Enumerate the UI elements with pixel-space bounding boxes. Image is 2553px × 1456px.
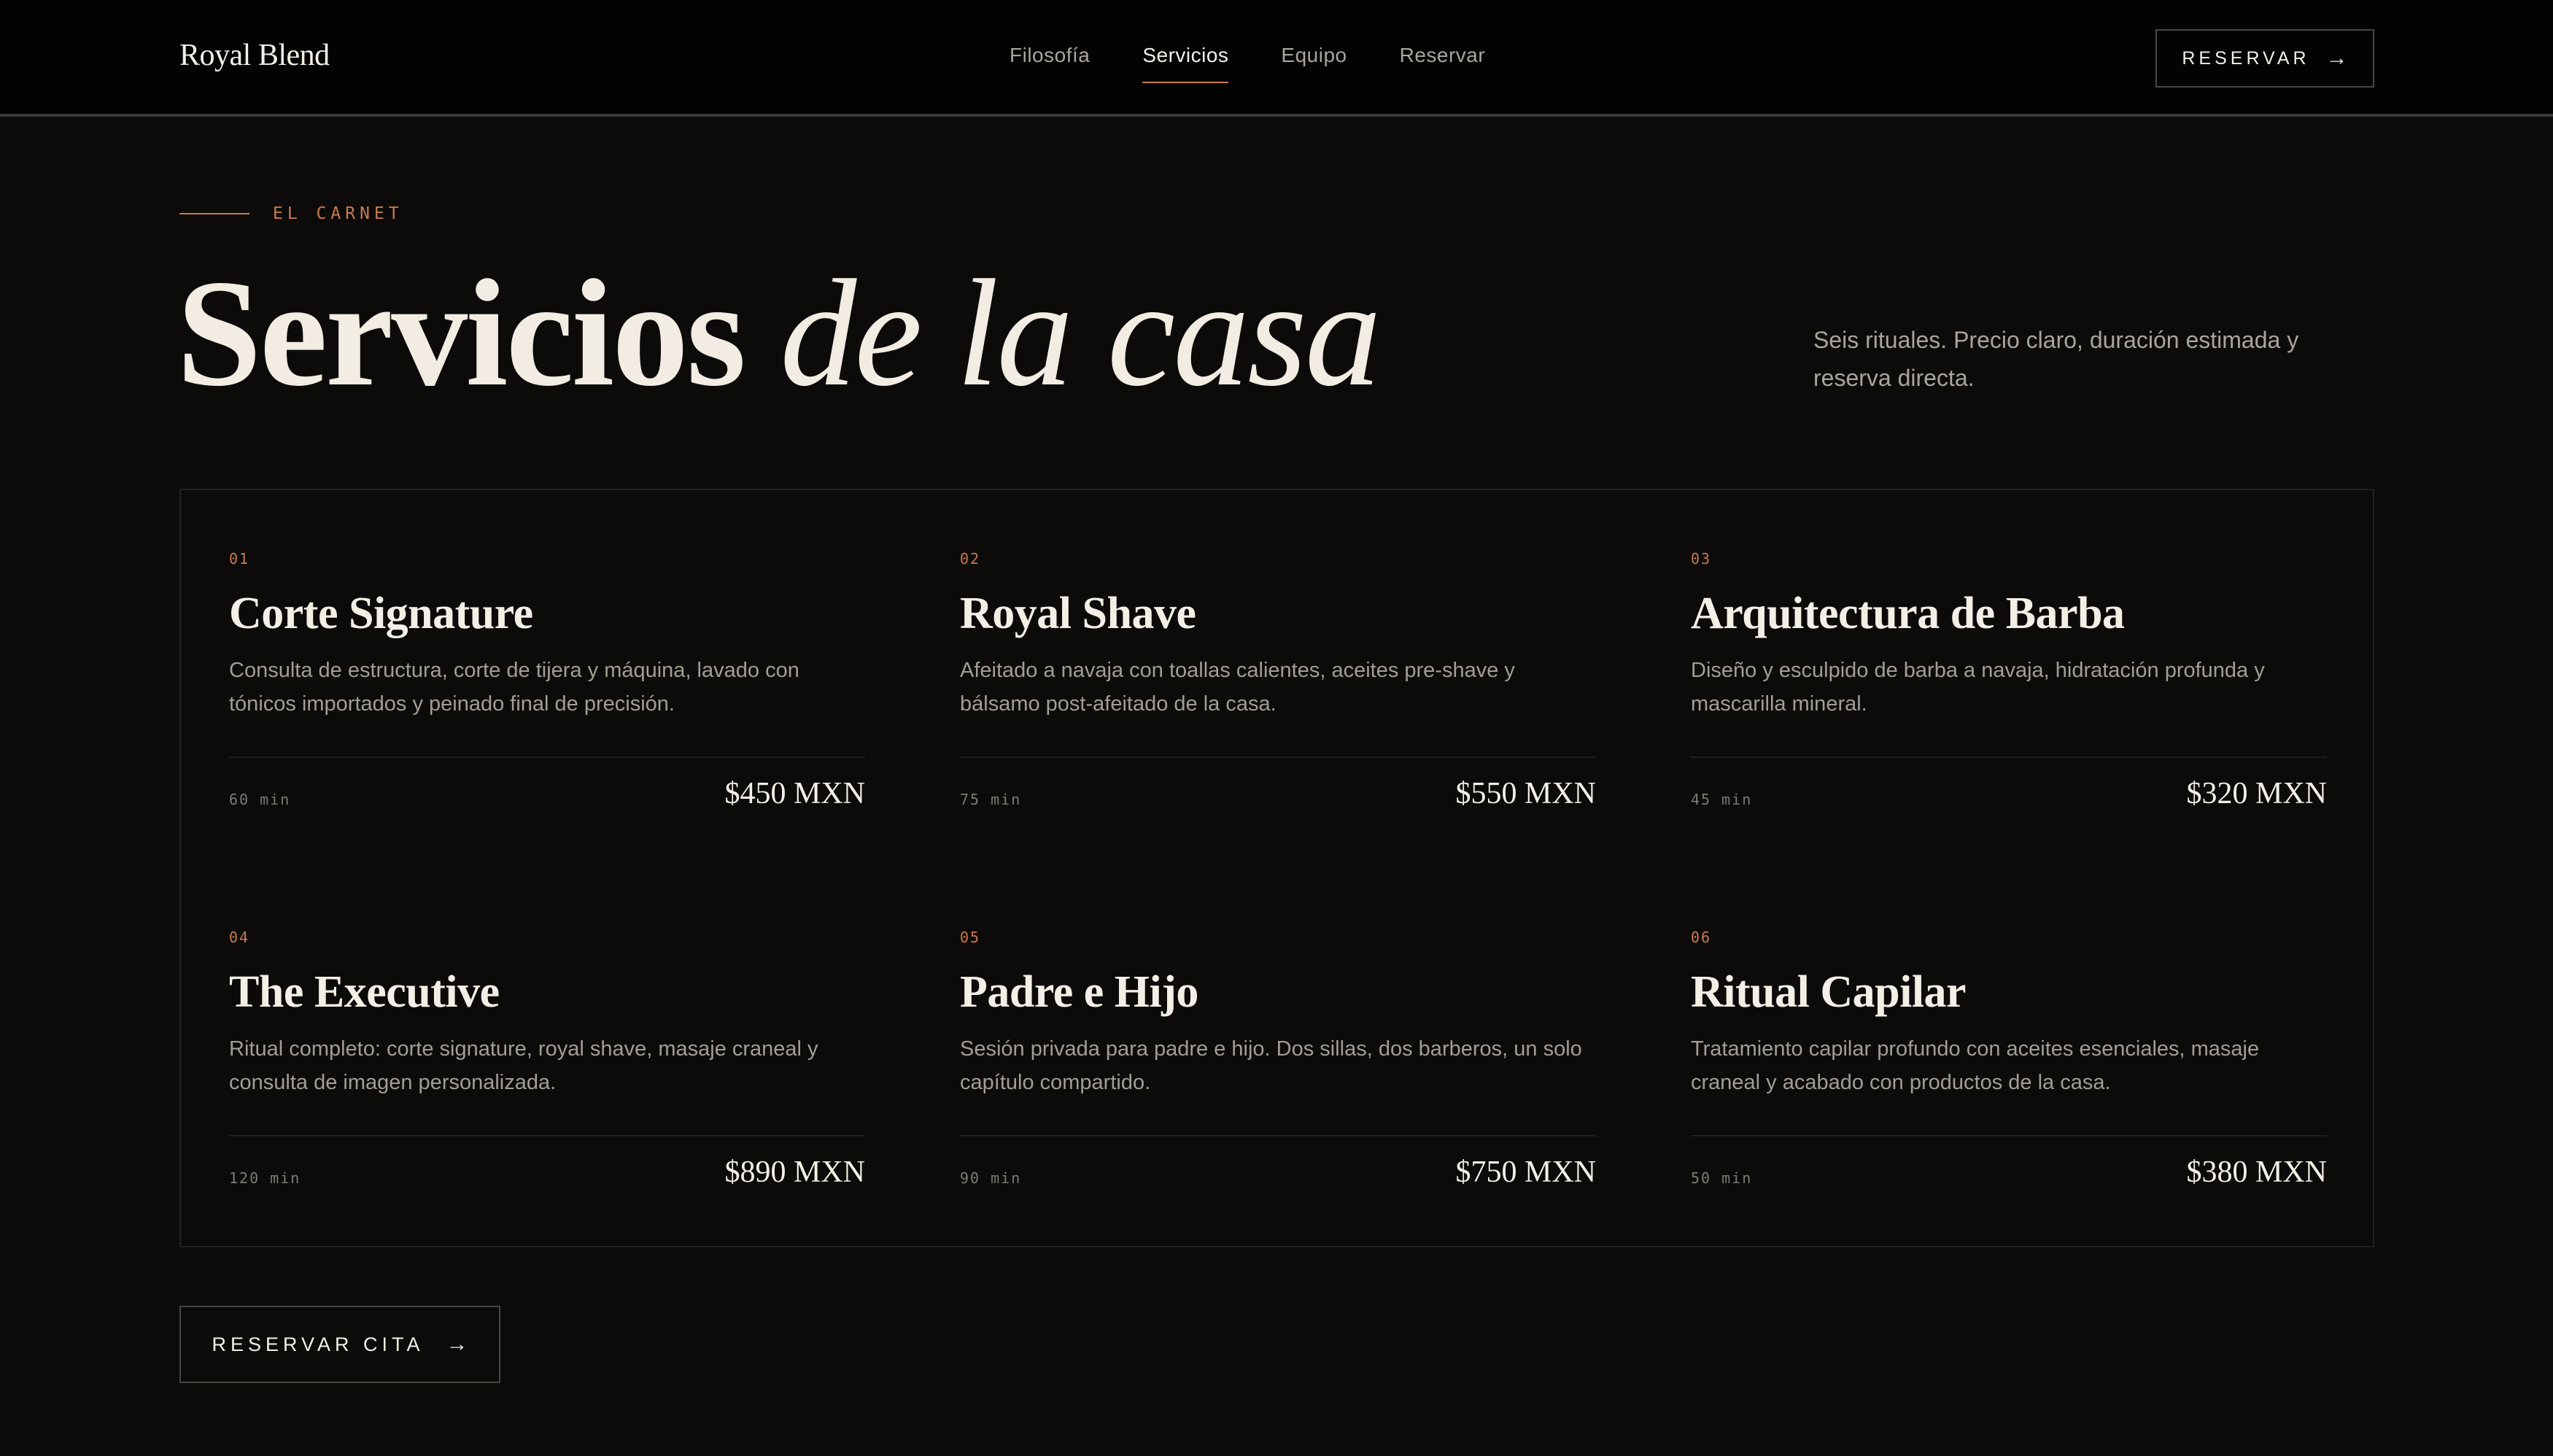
services-grid: 01 Corte Signature Consulta de estructur… <box>179 489 2374 1247</box>
service-number: 06 <box>1691 929 1712 946</box>
service-title: Arquitectura de Barba <box>1691 589 2125 638</box>
nav-link-servicios[interactable]: Servicios <box>1142 44 1229 83</box>
service-divider <box>229 756 865 758</box>
service-title: Padre e Hijo <box>960 967 1198 1017</box>
service-card[interactable]: 05 Padre e Hijo Sesión privada para padr… <box>960 869 1596 1190</box>
service-description: Ritual completo: corte signature, royal … <box>229 1037 818 1094</box>
service-number: 02 <box>960 550 981 568</box>
nav-link-reservar[interactable]: Reservar <box>1400 44 1486 83</box>
arrow-right-icon: → <box>446 1332 468 1356</box>
section-eyebrow: EL CARNET <box>179 204 403 223</box>
service-card[interactable]: 06 Ritual Capilar Tratamiento capilar pr… <box>1691 869 2327 1190</box>
eyebrow-divider <box>179 213 249 214</box>
service-duration: 120 min <box>229 1169 301 1187</box>
nav-link-equipo[interactable]: Equipo <box>1281 44 1347 83</box>
service-description: Sesión privada para padre e hijo. Dos si… <box>960 1037 1582 1094</box>
service-card[interactable]: 04 The Executive Ritual completo: corte … <box>229 869 865 1190</box>
service-price: $380 MXN <box>2186 1155 2327 1189</box>
service-duration: 75 min <box>960 791 1022 808</box>
service-divider <box>229 1135 865 1136</box>
reservar-button[interactable]: RESERVAR → <box>2155 29 2374 88</box>
service-card[interactable]: 01 Corte Signature Consulta de estructur… <box>229 490 865 811</box>
service-description: Afeitado a navaja con toallas calientes,… <box>960 659 1515 716</box>
site-header: Royal Blend Filosofía Servicios Equipo R… <box>0 0 2553 117</box>
service-price: $450 MXN <box>724 777 865 810</box>
service-number: 01 <box>229 550 250 568</box>
reservar-cita-button[interactable]: RESERVAR CITA → <box>179 1306 500 1383</box>
hero-description: Seis rituales. Precio claro, duración es… <box>1813 327 2299 391</box>
service-description: Tratamiento capilar profundo con aceites… <box>1691 1037 2260 1094</box>
service-duration: 50 min <box>1691 1169 1753 1187</box>
service-number: 04 <box>229 929 250 946</box>
page-title-italic: de la casa <box>780 249 1381 418</box>
page-title: Servicios de la casa <box>177 248 1382 419</box>
service-title: Royal Shave <box>960 589 1196 638</box>
service-title: Corte Signature <box>229 589 533 638</box>
service-price: $550 MXN <box>1455 777 1596 810</box>
service-number: 05 <box>960 929 981 946</box>
service-duration: 90 min <box>960 1169 1022 1187</box>
service-price: $320 MXN <box>2186 777 2327 810</box>
service-title: The Executive <box>229 967 500 1017</box>
service-divider <box>1691 756 2327 758</box>
service-number: 03 <box>1691 550 1712 568</box>
service-duration: 60 min <box>229 791 291 808</box>
reservar-button-label: RESERVAR <box>2182 47 2310 69</box>
brand-logo[interactable]: Royal Blend <box>179 38 330 73</box>
service-divider <box>960 1135 1596 1136</box>
nav-link-filosofia[interactable]: Filosofía <box>1010 44 1090 83</box>
service-card[interactable]: 02 Royal Shave Afeitado a navaja con toa… <box>960 490 1596 811</box>
service-description: Diseño y esculpido de barba a navaja, hi… <box>1691 659 2265 716</box>
page-title-plain: Servicios <box>177 249 746 418</box>
service-description: Consulta de estructura, corte de tijera … <box>229 659 799 716</box>
service-price: $890 MXN <box>724 1155 865 1189</box>
eyebrow-label: EL CARNET <box>273 204 403 223</box>
service-price: $750 MXN <box>1455 1155 1596 1189</box>
service-divider <box>960 756 1596 758</box>
service-title: Ritual Capilar <box>1691 967 1967 1017</box>
service-card[interactable]: 03 Arquitectura de Barba Diseño y esculp… <box>1691 490 2327 811</box>
service-duration: 45 min <box>1691 791 1753 808</box>
main-nav: Filosofía Servicios Equipo Reservar <box>1010 44 1538 88</box>
reservar-cita-label: RESERVAR CITA <box>212 1333 425 1355</box>
arrow-right-icon: → <box>2325 46 2348 70</box>
service-divider <box>1691 1135 2327 1136</box>
